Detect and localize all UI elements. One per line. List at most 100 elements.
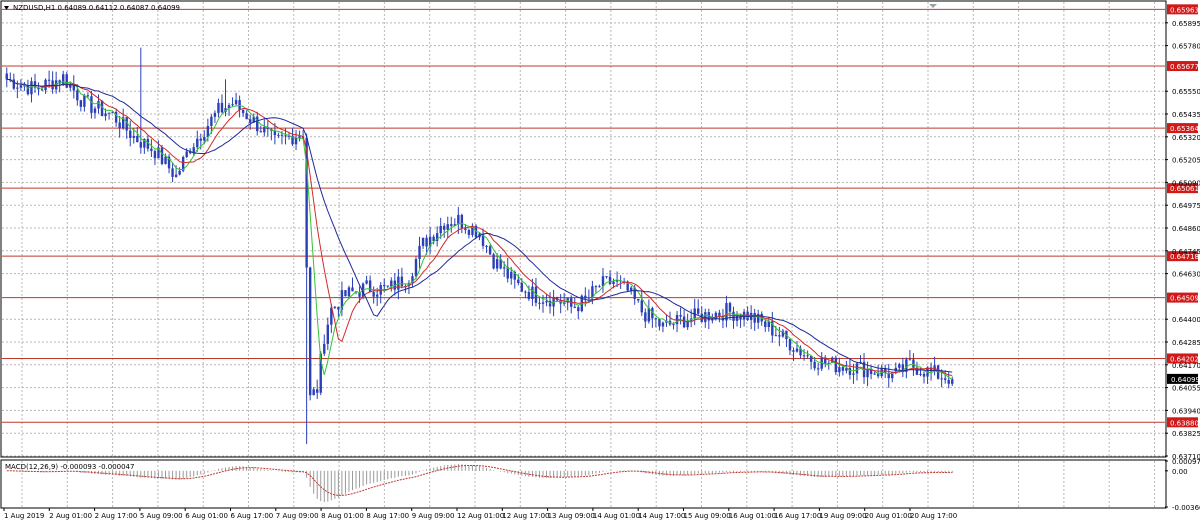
- candle-body: [587, 297, 591, 299]
- candle-body: [231, 104, 234, 106]
- candle-body: [594, 286, 598, 288]
- candle-body: [912, 359, 915, 368]
- candle-body: [196, 138, 199, 148]
- candle-body: [598, 286, 601, 288]
- candle-body: [312, 389, 315, 396]
- candle-body: [107, 112, 111, 114]
- level-label: 0.65364: [1170, 125, 1199, 133]
- candle-body: [464, 228, 467, 231]
- candle-body: [368, 280, 372, 293]
- candle-body: [90, 96, 93, 113]
- candle-body: [199, 138, 202, 141]
- candle-body: [541, 302, 545, 304]
- candle-body: [316, 389, 319, 393]
- candle-body: [100, 100, 104, 117]
- time-tick-label: 20 Aug 01:00: [865, 512, 912, 520]
- candle-body: [390, 280, 393, 287]
- candle-body: [150, 148, 153, 152]
- time-tick-label: 9 Aug 09:00: [412, 512, 455, 520]
- candle-body: [12, 79, 16, 89]
- candle-body: [746, 311, 749, 321]
- candle-body: [263, 127, 266, 133]
- time-tick-label: 6 Aug 17:00: [231, 512, 274, 520]
- candle-body: [351, 287, 354, 292]
- candle-body: [672, 324, 675, 326]
- candle-body: [245, 113, 248, 120]
- candle-body: [764, 321, 767, 328]
- candle-body: [16, 87, 19, 89]
- candle-body: [601, 276, 605, 287]
- candle-body: [848, 368, 852, 375]
- symbol-info: NZDUSD,H1 0.64089 0.64112 0.64087 0.6409…: [13, 4, 180, 12]
- candle-body: [520, 283, 524, 292]
- candle-body: [922, 373, 926, 377]
- candle-body: [718, 312, 721, 316]
- candle-body: [813, 361, 816, 369]
- candle-body: [485, 245, 488, 247]
- candle-body: [132, 135, 135, 138]
- candle-body: [841, 367, 845, 371]
- candle-body: [47, 79, 51, 81]
- candle-body: [365, 280, 368, 284]
- candle-body: [256, 116, 259, 132]
- candle-body: [97, 100, 100, 109]
- candle-body: [171, 168, 174, 177]
- candle-body: [238, 100, 241, 110]
- candle-body: [573, 306, 576, 308]
- candle-body: [400, 276, 404, 287]
- price-tick-label: 0.64975: [1172, 202, 1200, 210]
- candle-body: [333, 306, 337, 308]
- candle-body: [326, 324, 330, 344]
- candle-body: [605, 276, 608, 278]
- candle-body: [788, 339, 792, 351]
- candle-body: [919, 373, 922, 375]
- candle-body: [164, 156, 167, 164]
- candle-body: [443, 225, 446, 230]
- price-tick-label: 0.64285: [1172, 339, 1200, 347]
- price-tick-label: 0.64630: [1172, 271, 1200, 279]
- price-tick-label: 0.63940: [1172, 407, 1200, 415]
- time-tick-label: 15 Aug 09:00: [684, 512, 731, 520]
- candle-body: [531, 286, 534, 299]
- candle-body: [806, 355, 809, 357]
- candle-body: [76, 90, 79, 101]
- candle-body: [383, 285, 386, 287]
- time-tick-label: 7 Aug 09:00: [276, 512, 319, 520]
- candle-body: [425, 237, 428, 247]
- candle-body: [284, 135, 287, 137]
- candle-body: [527, 291, 531, 299]
- time-tick-label: 12 Aug 17:00: [502, 512, 549, 520]
- candle-body: [153, 151, 157, 159]
- candle-body: [277, 134, 280, 136]
- price-tick-label: 0.64055: [1172, 385, 1200, 393]
- candle-body: [185, 151, 188, 157]
- macd-tick-label: -0.003603: [1172, 504, 1200, 512]
- candle-body: [495, 259, 499, 269]
- time-tick-label: 20 Aug 17:00: [910, 512, 957, 520]
- candle-body: [386, 285, 389, 287]
- price-tick-label: 0.64400: [1172, 316, 1200, 324]
- price-tick-label: 0.65895: [1172, 20, 1200, 28]
- candle-body: [160, 147, 164, 164]
- candle-body: [460, 214, 464, 229]
- candle-body: [700, 313, 703, 323]
- candle-body: [647, 308, 651, 322]
- time-tick-label: 12 Aug 01:00: [457, 512, 504, 520]
- candle-body: [418, 245, 421, 260]
- candle-body: [19, 85, 23, 88]
- candle-body: [816, 368, 820, 370]
- candle-body: [69, 84, 72, 88]
- candle-body: [308, 267, 312, 396]
- candle-body: [446, 224, 449, 230]
- candle-body: [439, 225, 442, 234]
- level-label: 0.63880: [1170, 419, 1199, 427]
- candle-body: [591, 286, 594, 298]
- candle-body: [248, 119, 252, 123]
- candle-body: [79, 100, 83, 107]
- candle-body: [83, 95, 86, 107]
- candle-body: [259, 131, 262, 133]
- candle-body: [898, 364, 901, 368]
- candle-body: [139, 142, 143, 148]
- candle-body: [323, 343, 326, 354]
- candle-body: [834, 357, 838, 373]
